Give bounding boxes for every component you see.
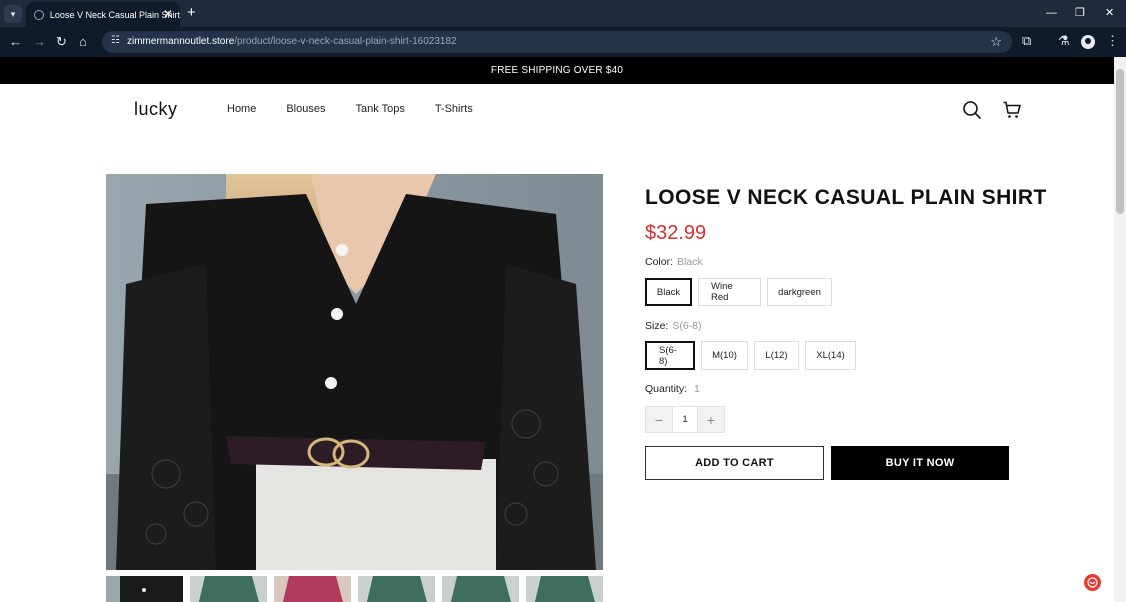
nav-tank-tops[interactable]: Tank Tops [355, 103, 404, 115]
quantity-label: Quantity: 1 [645, 383, 700, 395]
color-selected-value: Black [677, 256, 703, 268]
color-label-text: Color: [645, 256, 674, 268]
back-icon[interactable]: ← [9, 34, 22, 50]
site-logo[interactable]: lucky [134, 99, 178, 120]
nav-blouses[interactable]: Blouses [286, 103, 325, 115]
tab-title: Loose V Neck Casual Plain Shirt [49, 9, 180, 20]
labs-icon[interactable]: ⚗ [1058, 33, 1070, 49]
thumbnail-5[interactable] [442, 576, 519, 602]
thumbnail-4[interactable] [358, 576, 435, 602]
size-selected-value: S(6-8) [672, 320, 702, 332]
extensions-icon[interactable]: ⧉ [1022, 33, 1031, 49]
size-label-text: Size: [645, 320, 669, 332]
quantity-input[interactable]: 1 [672, 407, 698, 432]
close-window-icon[interactable]: ✕ [1105, 5, 1114, 21]
add-to-cart-button[interactable]: ADD TO CART [645, 446, 824, 480]
site-info-icon[interactable]: ☷ [111, 35, 120, 46]
home-icon[interactable]: ⌂ [79, 34, 87, 50]
size-options: S(6-8) M(10) L(12) XL(14) [645, 341, 856, 370]
star-icon[interactable]: ☆ [990, 34, 1002, 50]
nav-home[interactable]: Home [227, 103, 256, 115]
color-label: Color: Black [645, 256, 703, 268]
product-price: $32.99 [645, 222, 707, 244]
quantity-label-text: Quantity: [645, 383, 688, 395]
url-text: zimmermannoutlet.store/product/loose-v-n… [127, 36, 457, 47]
maximize-icon[interactable]: ❐ [1075, 5, 1085, 21]
product-photo [106, 174, 603, 570]
color-options: Black Wine Red darkgreen [645, 278, 832, 306]
reload-icon[interactable]: ↻ [56, 34, 67, 50]
size-option-m[interactable]: M(10) [701, 341, 748, 370]
minimize-icon[interactable]: — [1046, 5, 1057, 21]
chat-widget-icon[interactable] [1084, 574, 1101, 591]
size-option-l[interactable]: L(12) [754, 341, 799, 370]
thumbnail-1[interactable] [106, 576, 183, 602]
color-option-black[interactable]: Black [645, 278, 692, 306]
thumbnail-strip [106, 576, 603, 602]
product-title: LOOSE V NECK CASUAL PLAIN SHIRT [645, 186, 1047, 209]
thumbnail-6[interactable] [526, 576, 603, 602]
page-scrollbar[interactable] [1114, 57, 1126, 602]
tab-menu-icon[interactable]: ▾ [4, 5, 22, 23]
address-bar[interactable]: ☷ zimmermannoutlet.store/product/loose-v… [102, 31, 1012, 53]
main-nav: Home Blouses Tank Tops T-Shirts [227, 103, 473, 115]
cart-icon[interactable] [1002, 100, 1022, 120]
size-option-s[interactable]: S(6-8) [645, 341, 695, 370]
forward-icon[interactable]: → [33, 34, 46, 50]
announcement-bar: FREE SHIPPING OVER $40 [0, 57, 1114, 84]
product-main-image[interactable] [106, 174, 603, 570]
color-option-wine-red[interactable]: Wine Red [698, 278, 761, 306]
thumbnail-3[interactable] [274, 576, 351, 602]
tab-favicon-icon [34, 9, 44, 20]
profile-icon[interactable] [1081, 35, 1095, 49]
size-label: Size: S(6-8) [645, 320, 702, 332]
size-option-xl[interactable]: XL(14) [805, 341, 856, 370]
browser-tab-bar: ▾ Loose V Neck Casual Plain Shirt ✕ + — … [0, 0, 1126, 27]
browser-toolbar: ← → ↻ ⌂ ☷ zimmermannoutlet.store/product… [0, 27, 1126, 57]
browser-tab[interactable]: Loose V Neck Casual Plain Shirt ✕ [26, 2, 180, 27]
color-option-darkgreen[interactable]: darkgreen [767, 278, 832, 306]
quantity-decrease-button[interactable]: − [646, 407, 672, 432]
more-icon[interactable]: ⋮ [1106, 33, 1119, 49]
new-tab-button[interactable]: + [187, 4, 196, 22]
quantity-selected-value: 1 [694, 383, 700, 395]
buy-it-now-button[interactable]: BUY IT NOW [831, 446, 1009, 480]
search-icon[interactable] [962, 100, 982, 120]
thumbnail-2[interactable] [190, 576, 267, 602]
nav-t-shirts[interactable]: T-Shirts [435, 103, 473, 115]
scrollbar-thumb[interactable] [1116, 69, 1124, 214]
tab-close-icon[interactable]: ✕ [163, 7, 173, 21]
quantity-increase-button[interactable]: + [698, 407, 724, 432]
web-page: FREE SHIPPING OVER $40 lucky Home Blouse… [0, 57, 1114, 602]
quantity-stepper: − 1 + [645, 406, 725, 433]
